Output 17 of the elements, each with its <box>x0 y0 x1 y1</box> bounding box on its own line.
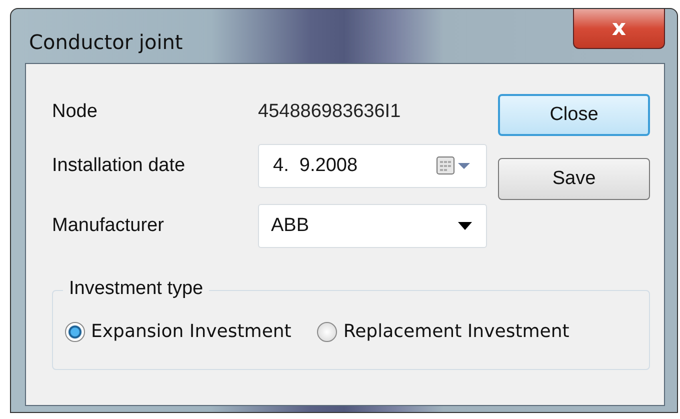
window-close-button[interactable]: x <box>573 9 665 49</box>
radio-option[interactable]: Expansion Investment <box>65 321 292 342</box>
field-label: Node <box>52 101 98 123</box>
group-title: Investment type <box>63 278 210 300</box>
dialog-button[interactable]: Save <box>498 158 650 200</box>
dialog-button[interactable]: Close <box>498 94 650 136</box>
dropdown-arrow-icon[interactable] <box>458 222 472 230</box>
date-field[interactable]: 4. 9.2008 <box>258 144 487 188</box>
field-label: Manufacturer <box>52 215 165 237</box>
manufacturer-dropdown[interactable]: ABB <box>258 204 487 248</box>
field-label: Installation date <box>52 155 186 177</box>
radio-option[interactable]: Replacement Investment <box>317 321 570 342</box>
window-title: Conductor joint <box>29 30 183 54</box>
calendar-icon[interactable] <box>436 156 472 176</box>
radio-button[interactable] <box>317 322 338 342</box>
node-value: 454886983636I1 <box>258 101 401 123</box>
radio-button[interactable] <box>65 322 85 342</box>
